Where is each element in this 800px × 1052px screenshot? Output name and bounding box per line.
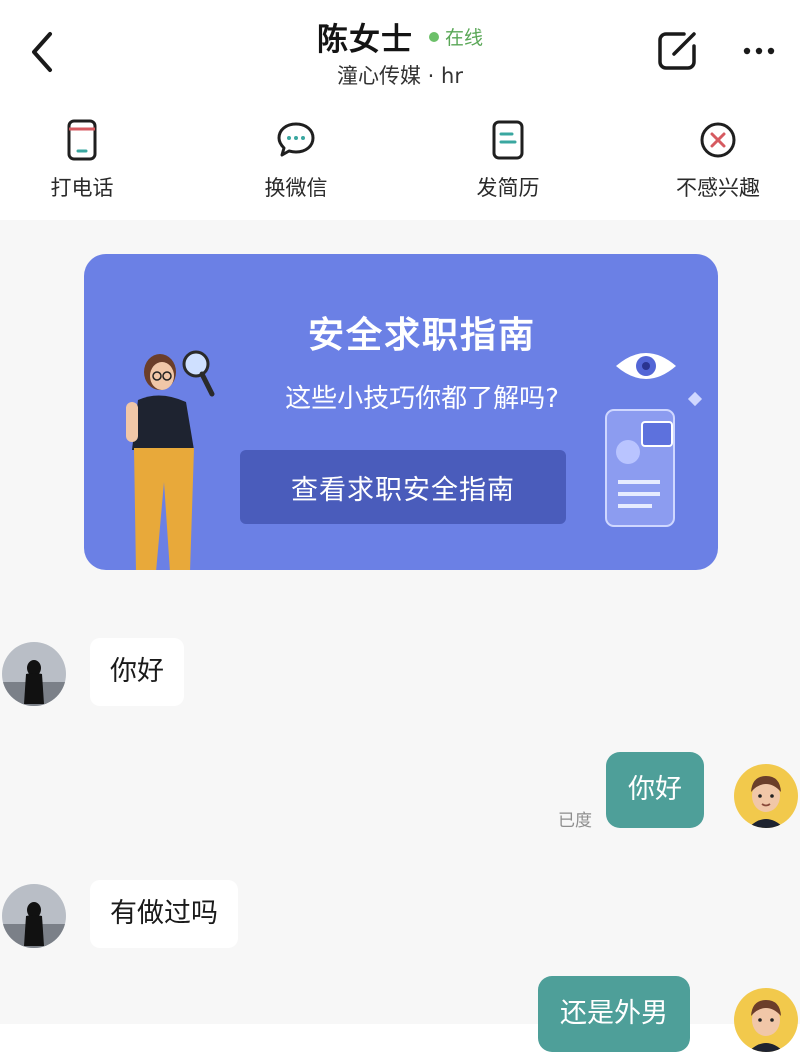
online-dot-icon bbox=[428, 31, 439, 42]
contact-avatar[interactable] bbox=[2, 884, 66, 948]
not-interested-action-label: 不感兴趣 bbox=[676, 176, 760, 200]
resume-action[interactable]: 发简历 bbox=[438, 118, 578, 202]
phone-icon bbox=[67, 119, 97, 161]
call-action[interactable]: 打电话 bbox=[12, 118, 152, 202]
message-bubble-outgoing: 你好 bbox=[606, 752, 704, 828]
man-cartoon-avatar bbox=[734, 988, 798, 1052]
edit-button[interactable] bbox=[654, 28, 700, 74]
online-status-text: 在线 bbox=[444, 27, 483, 49]
contact-name: 陈女士 bbox=[316, 22, 413, 58]
woman-silhouette-avatar bbox=[2, 642, 66, 706]
more-dots-icon bbox=[743, 47, 775, 55]
user-avatar[interactable] bbox=[734, 988, 798, 1052]
not-interested-action[interactable]: 不感兴趣 bbox=[648, 118, 788, 202]
more-button[interactable] bbox=[738, 34, 780, 68]
man-cartoon-avatar bbox=[734, 764, 798, 828]
woman-silhouette-avatar bbox=[2, 884, 66, 948]
woman-magnifier-illustration bbox=[126, 350, 215, 570]
message-bubble-incoming: 有做过吗 bbox=[90, 880, 238, 948]
wechat-action-label: 换微信 bbox=[264, 176, 328, 200]
wechat-action[interactable]: 换微信 bbox=[226, 118, 366, 202]
message-bubble-incoming: 你好 bbox=[90, 638, 184, 706]
view-safety-guide-button[interactable]: 查看求职安全指南 bbox=[240, 450, 566, 524]
resume-action-label: 发简历 bbox=[476, 176, 540, 200]
chat-bubble-icon bbox=[277, 122, 315, 157]
document-eye-illustration bbox=[605, 353, 703, 527]
online-status: 在线 bbox=[428, 23, 483, 50]
action-bar: 打电话 换微信 发简历 不感兴趣 bbox=[0, 118, 800, 218]
resume-icon bbox=[492, 120, 524, 160]
contact-avatar[interactable] bbox=[2, 642, 66, 706]
edit-square-icon bbox=[658, 32, 696, 70]
safety-guide-banner[interactable]: 安全求职指南 这些小技巧你都了解吗? 查看求职安全指南 bbox=[84, 254, 718, 570]
message-bubble-outgoing: 还是外男 bbox=[538, 976, 690, 1052]
user-avatar[interactable] bbox=[734, 764, 798, 828]
not-interested-icon bbox=[700, 122, 736, 158]
call-action-label: 打电话 bbox=[50, 176, 114, 200]
chat-area: 安全求职指南 这些小技巧你都了解吗? 查看求职安全指南 你好 你好 已度 有做过… bbox=[0, 220, 800, 1052]
chat-header: 陈女士 在线 潼心传媒 · hr 打电话 换微信 发简历 不感兴趣 bbox=[0, 0, 800, 220]
read-status: 已度 bbox=[558, 811, 592, 831]
